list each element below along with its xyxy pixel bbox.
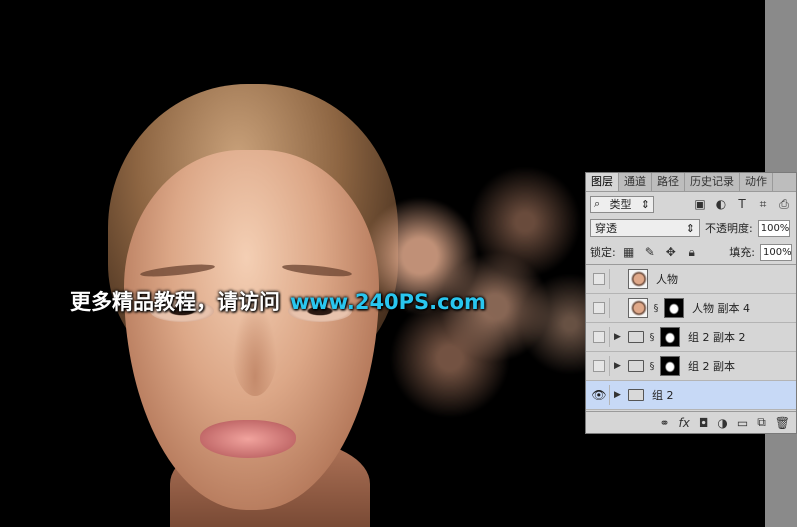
- layer-name: 人物 副本 4: [692, 302, 750, 315]
- add-mask-icon[interactable]: ◘: [699, 416, 709, 430]
- lock-transparent-icon[interactable]: ▦: [621, 244, 637, 260]
- blend-mode-select[interactable]: 穿透 ⇕: [590, 219, 700, 237]
- visibility-toggle[interactable]: 👁︎: [589, 385, 610, 405]
- new-layer-icon[interactable]: ⧉: [757, 415, 766, 430]
- visibility-off-icon: [593, 302, 605, 314]
- portrait-lips: [200, 420, 296, 458]
- folder-icon: [628, 331, 644, 343]
- visibility-toggle[interactable]: [589, 327, 610, 347]
- visibility-off-icon: [593, 360, 605, 372]
- tab-actions[interactable]: 动作: [740, 173, 773, 191]
- visibility-toggle[interactable]: [589, 298, 610, 318]
- folder-icon: [628, 389, 644, 401]
- opacity-input[interactable]: 100%: [757, 219, 790, 237]
- eye-icon: 👁︎: [591, 388, 607, 402]
- visibility-toggle[interactable]: [589, 269, 610, 289]
- lock-all-icon[interactable]: 🔒︎: [684, 244, 700, 260]
- watermark-url: www.240PS.com: [290, 290, 486, 314]
- layer-row[interactable]: 人物: [586, 265, 796, 294]
- tab-channels[interactable]: 通道: [619, 173, 652, 191]
- layer-mask-thumbnail: [660, 327, 680, 347]
- visibility-toggle[interactable]: [589, 356, 610, 376]
- layer-thumbnail: [628, 269, 648, 289]
- smart-object-filter-icon[interactable]: ⎙: [776, 196, 792, 212]
- layer-list: 人物 § 人物 副本 4 ▶ § 组 2 副本 2 ▶ § 组 2 副本 👁︎ …: [586, 264, 796, 410]
- mask-link-icon[interactable]: §: [652, 303, 660, 314]
- tab-paths[interactable]: 路径: [652, 173, 685, 191]
- adjustment-filter-icon[interactable]: ◐: [713, 196, 729, 212]
- visibility-off-icon: [593, 273, 605, 285]
- trash-icon[interactable]: 🗑︎: [775, 416, 790, 430]
- visibility-off-icon: [593, 331, 605, 343]
- lock-position-icon[interactable]: ✥: [663, 244, 679, 260]
- lock-label: 锁定:: [590, 246, 616, 259]
- tab-history[interactable]: 历史记录: [685, 173, 740, 191]
- watermark: 更多精品教程，请访问 www.240PS.com: [70, 286, 486, 316]
- opacity-label: 不透明度:: [705, 222, 753, 235]
- adjustment-icon[interactable]: ◑: [717, 416, 727, 430]
- layer-name: 组 2 副本 2: [688, 331, 746, 344]
- mask-link-icon[interactable]: §: [648, 361, 656, 372]
- image-filter-icon[interactable]: ▣: [692, 196, 708, 212]
- filter-kind-select[interactable]: ⌕ 类型 ⇕: [590, 195, 654, 213]
- layer-thumbnail: [628, 298, 648, 318]
- layer-row[interactable]: ▶ § 组 2 副本: [586, 352, 796, 381]
- panel-footer: ⚭ fx ◘ ◑ ▭ ⧉ 🗑︎: [586, 411, 796, 433]
- expand-arrow-icon[interactable]: ▶: [614, 390, 624, 400]
- expand-arrow-icon[interactable]: ▶: [614, 361, 624, 371]
- panel-tabs: 图层 通道 路径 历史记录 动作: [586, 173, 796, 192]
- layer-mask-thumbnail: [660, 356, 680, 376]
- layer-row[interactable]: § 人物 副本 4: [586, 294, 796, 323]
- link-icon[interactable]: ⚭: [659, 416, 669, 430]
- watermark-text: 更多精品教程，请访问: [70, 290, 280, 314]
- search-icon: ⌕: [594, 197, 601, 210]
- updown-icon: ⇕: [640, 197, 650, 211]
- layers-panel: 图层 通道 路径 历史记录 动作 ⌕ 类型 ⇕ ▣ ◐ T ⌗ ⎙ 穿透 ⇕ 不…: [585, 172, 797, 434]
- blend-row: 穿透 ⇕ 不透明度: 100%: [586, 216, 796, 240]
- filter-kind-label: 类型: [609, 198, 632, 211]
- layer-name: 人物: [656, 273, 678, 286]
- expand-arrow-icon[interactable]: ▶: [614, 332, 624, 342]
- filter-row: ⌕ 类型 ⇕ ▣ ◐ T ⌗ ⎙: [586, 192, 796, 216]
- fill-input[interactable]: 100%: [760, 243, 792, 261]
- layer-row-selected[interactable]: 👁︎ ▶ 组 2: [586, 381, 796, 410]
- lock-pixels-icon[interactable]: ✎: [642, 244, 658, 260]
- fx-icon[interactable]: fx: [679, 416, 690, 430]
- layer-name: 组 2 副本: [688, 360, 735, 373]
- new-group-icon[interactable]: ▭: [737, 416, 748, 430]
- fill-label: 填充:: [729, 246, 755, 259]
- mask-link-icon[interactable]: §: [648, 332, 656, 343]
- type-filter-icon[interactable]: T: [734, 196, 750, 212]
- shape-filter-icon[interactable]: ⌗: [755, 196, 771, 212]
- updown-icon: ⇕: [685, 221, 695, 235]
- blend-mode-value: 穿透: [595, 222, 617, 235]
- folder-icon: [628, 360, 644, 372]
- layer-mask-thumbnail: [664, 298, 684, 318]
- tab-layers[interactable]: 图层: [586, 173, 619, 191]
- lock-row: 锁定: ▦ ✎ ✥ 🔒︎ 填充: 100%: [586, 240, 796, 264]
- layer-row[interactable]: ▶ § 组 2 副本 2: [586, 323, 796, 352]
- layer-name: 组 2: [652, 389, 674, 402]
